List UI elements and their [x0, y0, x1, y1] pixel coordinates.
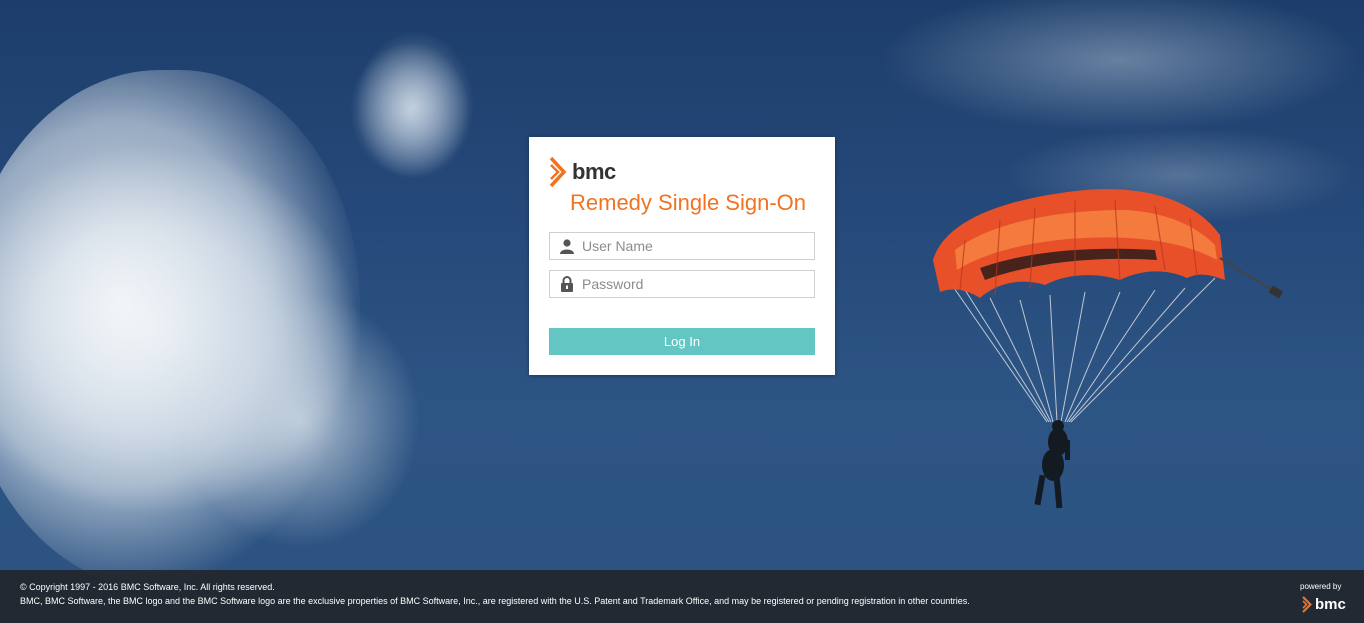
bmc-chevron-icon [549, 157, 567, 187]
background-cloud [0, 70, 360, 590]
user-icon [557, 236, 577, 256]
background-cloud [355, 30, 475, 180]
login-page: bmc Remedy Single Sign-On Log I [0, 0, 1364, 623]
password-field[interactable] [549, 270, 815, 298]
trademark-text: BMC, BMC Software, the BMC logo and the … [20, 596, 970, 606]
login-card: bmc Remedy Single Sign-On Log I [529, 137, 835, 375]
copyright-text: © Copyright 1997 - 2016 BMC Software, In… [20, 582, 275, 592]
bmc-logo: bmc [549, 157, 616, 187]
product-title: Remedy Single Sign-On [570, 190, 807, 215]
username-input[interactable] [582, 235, 802, 257]
lock-icon [557, 274, 577, 294]
password-input[interactable] [582, 273, 802, 295]
powered-by-label: powered by [1300, 582, 1342, 591]
footer-brand-name: bmc [1315, 595, 1346, 613]
parachute-illustration [933, 189, 1284, 509]
footer: © Copyright 1997 - 2016 BMC Software, In… [0, 570, 1364, 623]
username-field[interactable] [549, 232, 815, 260]
footer-bmc-logo: bmc [1302, 595, 1346, 613]
bmc-chevron-icon [1302, 595, 1312, 613]
login-button[interactable]: Log In [549, 328, 815, 355]
brand-name: bmc [572, 159, 616, 184]
